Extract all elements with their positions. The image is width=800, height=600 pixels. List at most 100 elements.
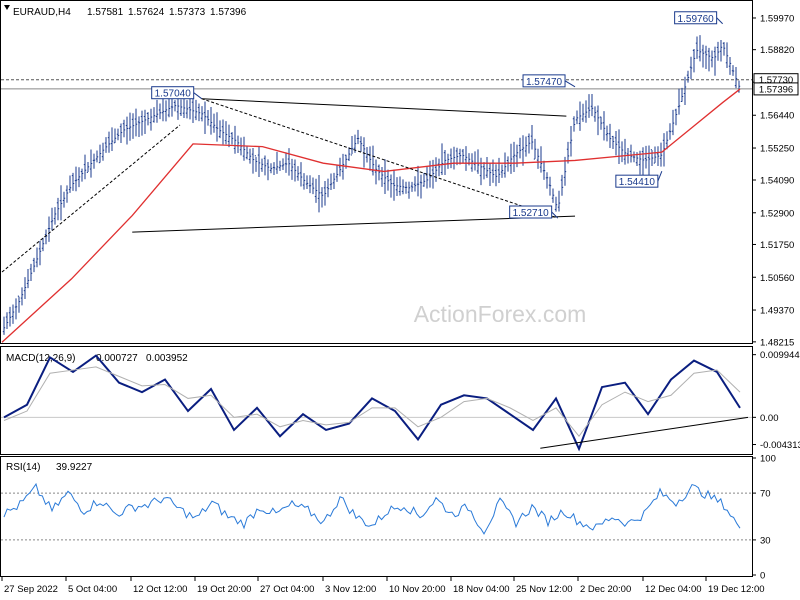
price-bar xyxy=(308,175,312,194)
price-bar xyxy=(551,188,555,203)
rsi-panel-frame xyxy=(0,456,753,577)
price-bar xyxy=(74,166,78,192)
price-bar xyxy=(629,144,633,163)
x-label: 3 Nov 12:00 xyxy=(325,584,376,595)
price-bar xyxy=(194,99,198,121)
price-bar xyxy=(206,110,210,126)
price-bar xyxy=(707,47,711,72)
rsi-y-label: 0 xyxy=(760,571,765,582)
price-bar xyxy=(488,162,492,187)
price-bar xyxy=(614,131,618,156)
price-y-label: 1.50560 xyxy=(760,273,794,284)
price-bar xyxy=(500,164,504,178)
price-bar xyxy=(302,173,306,190)
price-bar xyxy=(248,148,252,164)
x-label: 5 Oct 04:00 xyxy=(68,584,117,595)
price-bar xyxy=(371,145,375,176)
price-y-label: 1.49370 xyxy=(760,306,794,317)
price-annotation: 1.52710 xyxy=(509,205,559,219)
price-bar xyxy=(146,112,150,126)
price-annotations: 1.57040 1.52710 1.57470 1.54410 1.59760 xyxy=(151,11,723,219)
price-bar xyxy=(725,42,729,68)
price-bar xyxy=(548,176,552,196)
x-label: 19 Dec 12:00 xyxy=(708,584,765,595)
price-bar xyxy=(332,172,336,190)
price-bar xyxy=(179,99,183,116)
price-bar xyxy=(29,263,33,281)
price-y-label: 1.55250 xyxy=(760,144,794,155)
price-bar xyxy=(581,103,585,122)
annotation-text: 1.57470 xyxy=(526,77,563,88)
price-bar xyxy=(236,135,240,154)
trendline xyxy=(201,98,567,117)
macd-name: MACD(12,26,9) xyxy=(6,353,75,364)
price-bar xyxy=(437,158,441,177)
price-bar xyxy=(158,103,162,120)
price-bar xyxy=(254,155,258,172)
price-bar xyxy=(335,164,339,182)
price-bar xyxy=(374,159,378,185)
price-bar xyxy=(269,163,273,174)
price-bar xyxy=(521,135,525,166)
price-bar xyxy=(533,138,537,160)
price-bar xyxy=(137,116,141,138)
price-bar xyxy=(506,156,510,172)
price-bar xyxy=(608,123,612,148)
price-bar xyxy=(173,100,177,112)
price-bar xyxy=(647,145,651,179)
rsi-y-label: 70 xyxy=(760,489,771,500)
price-bar xyxy=(728,56,732,75)
price-bar xyxy=(185,100,189,119)
annotation-text: 1.57040 xyxy=(155,89,192,100)
price-bar xyxy=(14,298,18,320)
price-bar xyxy=(422,172,426,187)
price-bar xyxy=(251,147,255,174)
price-bar xyxy=(386,169,390,191)
price-bar xyxy=(134,108,138,137)
price-bar xyxy=(683,76,687,106)
price-bar xyxy=(341,153,345,180)
price-bar xyxy=(494,164,498,187)
price-bar xyxy=(80,168,84,182)
price-y-label: 1.51750 xyxy=(760,240,794,251)
price-bar xyxy=(632,151,636,163)
price-bar xyxy=(119,123,123,144)
price-bar xyxy=(272,162,276,175)
close-price-text: 1.57396 xyxy=(759,84,793,95)
price-bar xyxy=(113,128,117,144)
price-bar xyxy=(503,152,507,178)
price-bar xyxy=(557,190,561,212)
price-bar xyxy=(479,157,483,186)
price-bar xyxy=(554,196,558,212)
x-label: 18 Nov 04:00 xyxy=(453,584,510,595)
price-bar xyxy=(275,151,279,174)
price-annotation: 1.59760 xyxy=(674,11,723,25)
price-bar xyxy=(464,146,468,171)
price-bar xyxy=(41,237,45,252)
price-bar xyxy=(596,105,600,136)
macd-value-2: 0.003952 xyxy=(146,353,188,364)
x-label: 2 Dec 20:00 xyxy=(580,584,631,595)
price-bar xyxy=(599,116,603,130)
price-bar xyxy=(323,181,327,206)
price-bar xyxy=(671,109,675,136)
price-header: EURAUD,H4 1.57581 1.57624 1.57373 1.5739… xyxy=(4,5,247,18)
price-bar xyxy=(71,172,75,191)
price-bar xyxy=(485,156,489,178)
macd-y-label: 0.00 xyxy=(760,413,779,424)
price-bar xyxy=(455,147,459,166)
price-bar xyxy=(446,153,450,169)
price-bar xyxy=(2,316,6,335)
price-ma-line xyxy=(1,88,741,343)
support-dotted-line xyxy=(1,124,181,273)
price-bar xyxy=(560,174,564,196)
price-bar xyxy=(218,120,222,139)
price-bar xyxy=(278,160,282,172)
price-bar xyxy=(347,147,351,161)
price-bar xyxy=(572,116,576,132)
price-bar xyxy=(50,207,54,231)
price-bar xyxy=(203,101,207,135)
price-bar xyxy=(89,149,93,178)
close-price-box: 1.57396 xyxy=(753,82,799,96)
price-bar xyxy=(512,141,516,173)
